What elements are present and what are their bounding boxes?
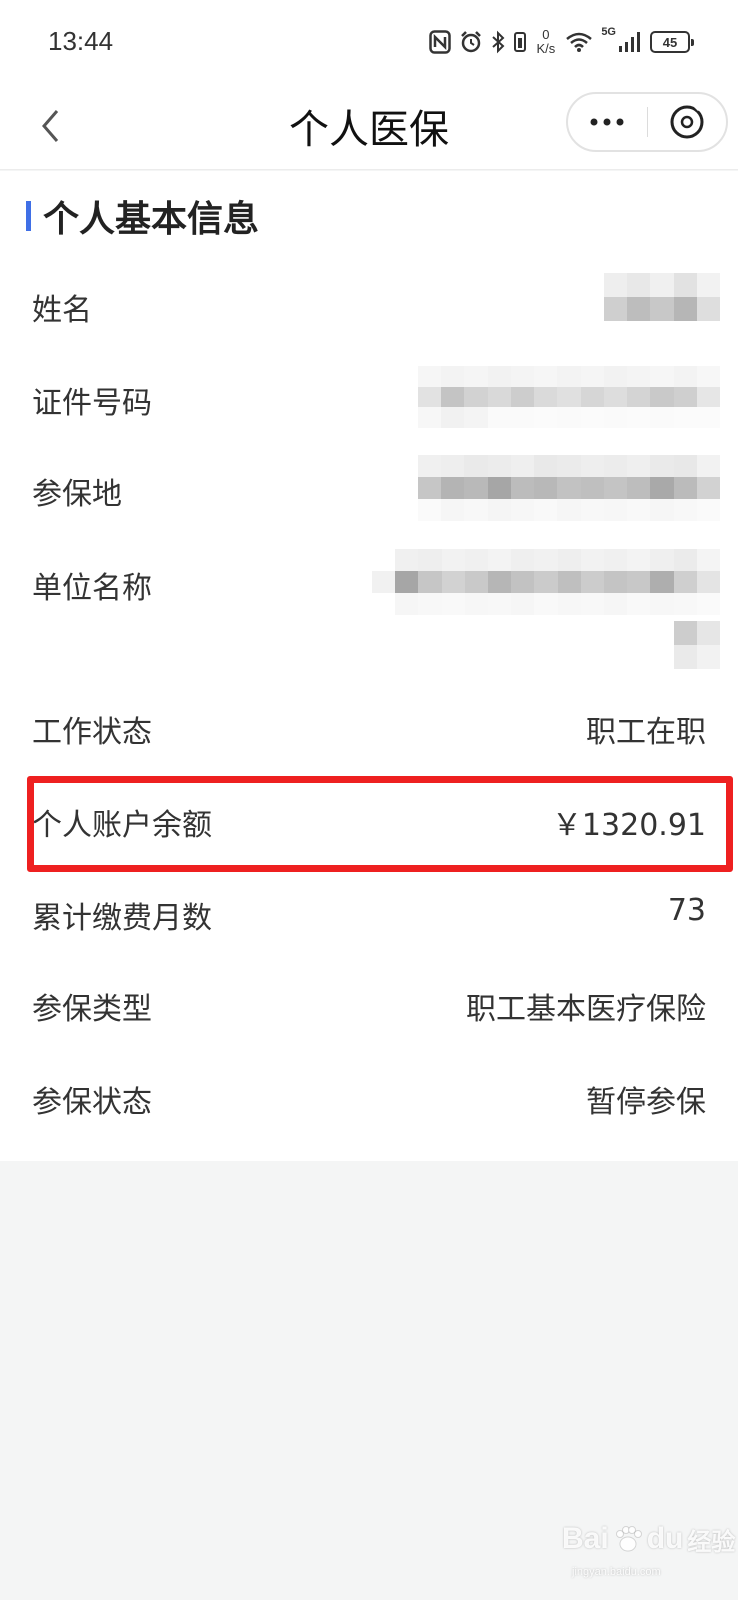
baidu-jingyan-watermark: Bai du 经验: [562, 1516, 735, 1562]
row-label: 累计缴费月数: [32, 901, 212, 936]
info-row-employer: 单位名称: [0, 549, 738, 669]
signal-icon: [619, 32, 640, 52]
info-row-id-number: 证件号码: [0, 366, 738, 428]
nfc-icon: [428, 30, 451, 54]
row-value: 职工在职: [586, 715, 706, 750]
more-button[interactable]: [568, 94, 647, 150]
status-icons: 0 K/s 5G 45: [428, 26, 694, 58]
row-label: 单位名称: [32, 571, 152, 606]
section-header: 个人基本信息: [26, 195, 259, 240]
paw-icon: [615, 1526, 642, 1552]
row-value: 暂停参保: [586, 1085, 706, 1120]
info-row-work-status: 工作状态 职工在职: [0, 707, 738, 757]
net-speed: 0 K/s: [536, 27, 556, 56]
row-label: 证件号码: [32, 386, 152, 421]
mini-program-capsule: [566, 92, 728, 152]
nav-bar: 个人医保: [0, 82, 738, 170]
info-row-insured-location: 参保地: [0, 455, 738, 521]
redacted-value-mosaic: [418, 455, 720, 521]
ellipsis-icon: [590, 118, 624, 126]
battery-icon: 45: [650, 31, 694, 53]
redacted-value-mosaic: [372, 549, 720, 615]
row-value: 职工基本医疗保险: [466, 992, 706, 1027]
bluetooth-icon: [491, 30, 504, 54]
wifi-icon: [566, 32, 593, 52]
info-row-insurance-type: 参保类型 职工基本医疗保险: [0, 984, 738, 1034]
row-label: 个人账户余额: [32, 808, 212, 843]
info-row-insurance-status: 参保状态 暂停参保: [0, 1077, 738, 1127]
row-label: 参保状态: [32, 1085, 152, 1120]
watermark-brand: Bai: [562, 1522, 609, 1555]
section-title: 个人基本信息: [43, 199, 260, 240]
watermark-url: jingyan.baidu.com: [572, 1566, 661, 1578]
alarm-icon: [460, 31, 481, 53]
redacted-value-mosaic: [604, 273, 720, 321]
vibrate-icon: [513, 32, 526, 52]
back-button[interactable]: [26, 98, 76, 154]
info-row-account-balance: 个人账户余额 ￥1320.91: [0, 800, 738, 850]
close-mini-program-button[interactable]: [648, 94, 727, 150]
screen: 13:44 0 K/s 5G 45 个人医保 个人基本信息 姓名 证件号码 参保…: [0, 0, 738, 1600]
network-type: 5G: [601, 26, 616, 38]
row-value: 73: [667, 893, 706, 928]
watermark-brand-suffix: du: [646, 1522, 684, 1555]
redacted-value-mosaic-line2: [674, 621, 720, 669]
row-label: 参保地: [32, 477, 122, 512]
row-label: 工作状态: [32, 715, 152, 750]
section-accent-bar: [26, 201, 31, 231]
watermark-cn: 经验: [687, 1527, 736, 1556]
info-row-payment-months: 累计缴费月数 73: [0, 893, 738, 943]
balance-value: ￥1320.91: [551, 808, 706, 843]
status-bar: 13:44 0 K/s 5G 45: [0, 0, 738, 82]
status-time: 13:44: [48, 26, 114, 56]
close-circle-icon: [670, 103, 704, 139]
redacted-value-mosaic: [418, 366, 720, 428]
info-card: 个人基本信息 姓名 证件号码 参保地 单位名称 工作状态 职工在职 个人账户余额…: [0, 171, 738, 1161]
row-label: 姓名: [32, 293, 92, 328]
row-label: 参保类型: [32, 992, 152, 1027]
chevron-left-icon: [42, 110, 59, 142]
info-row-name: 姓名: [0, 273, 738, 335]
